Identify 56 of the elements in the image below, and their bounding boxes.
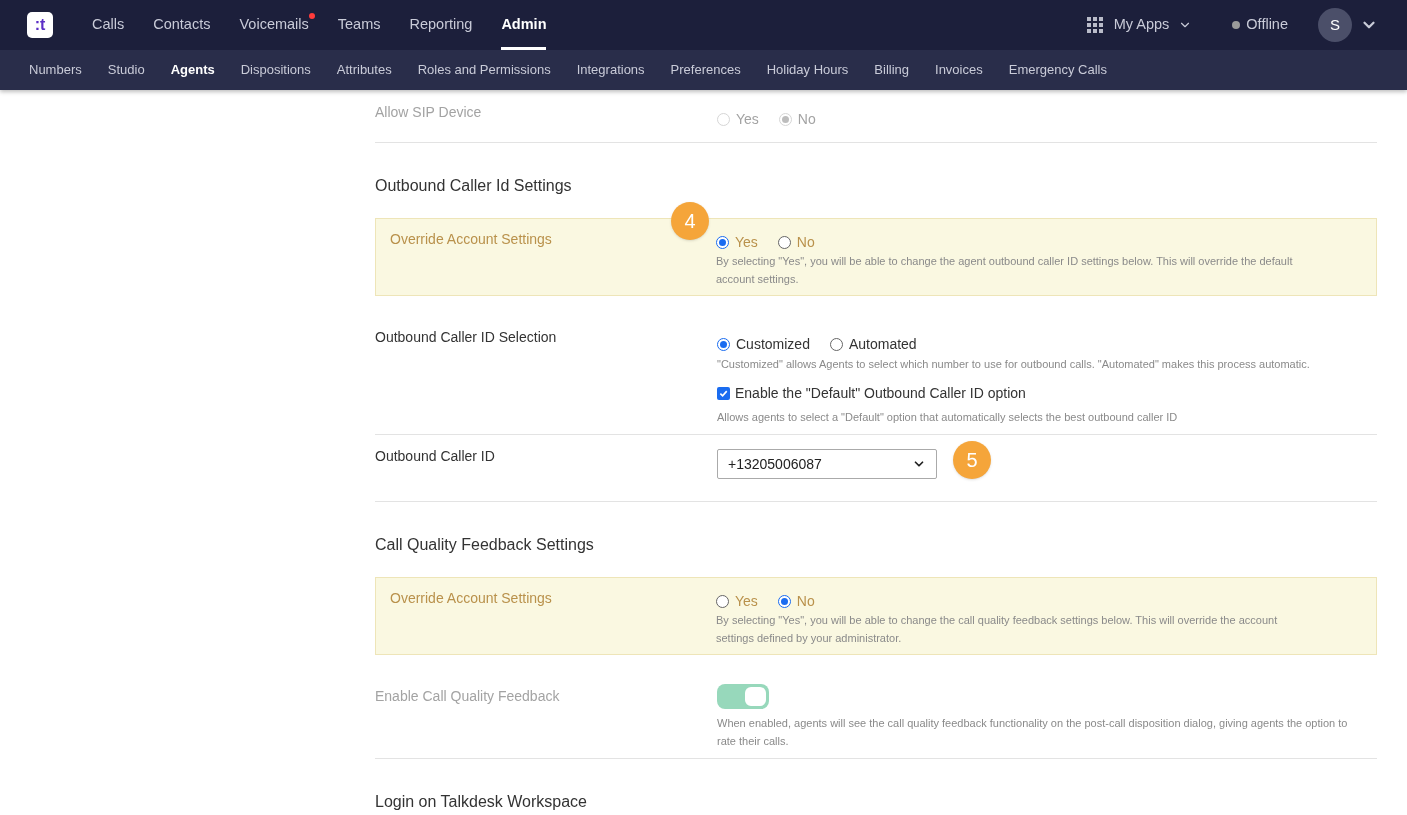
radio-label: Automated — [848, 335, 917, 353]
nav-tab[interactable]: Teams — [337, 0, 387, 50]
nav-tab[interactable]: Calls — [92, 0, 131, 50]
app-logo[interactable]: :t — [27, 12, 53, 38]
nav-tab[interactable]: Admin — [501, 0, 553, 50]
radio-label: No — [796, 592, 815, 610]
setting-label: Override Account Settings — [390, 231, 552, 247]
radio-button[interactable] — [716, 235, 729, 249]
help-text: Allows agents to select a "Default" option that automatically selects the best outbound caller ID — [717, 410, 1179, 425]
radio-button[interactable] — [717, 337, 730, 351]
help-text: When enabled, agents will see the call quality feedback functionality on the post-call disposition dialog, giving agents the option to rate their calls. — [717, 716, 1349, 749]
radio-label: No — [797, 110, 816, 128]
section-heading: Login on Talkdesk Workspace — [375, 792, 588, 812]
help-text: By selecting "Yes", you will be able to change the agent outbound caller ID settings below. This will override the default account settings. — [716, 254, 1294, 287]
sub-nav-tab[interactable]: Numbers — [29, 60, 82, 80]
radio-button[interactable] — [777, 594, 791, 608]
radio-label: No — [796, 233, 815, 251]
my-apps-button[interactable]: My Apps — [1086, 14, 1193, 36]
sub-nav-tab[interactable]: Roles and Permissions — [417, 60, 551, 80]
sub-nav-tab[interactable]: Invoices — [935, 60, 983, 80]
help-text: By selecting "Yes", you will be able to change the call quality feedback settings below. This will override the account settings defined by your administrator. — [716, 613, 1279, 646]
radio-label: Customized — [736, 335, 810, 353]
checkbox-label: Enable the "Default" Outbound Caller ID option — [735, 384, 1026, 403]
setting-label: Enable Call Quality Feedback — [375, 688, 560, 704]
section-heading: Outbound Caller Id Settings — [375, 176, 573, 196]
sub-nav-tab[interactable]: Dispositions — [240, 60, 311, 80]
setting-label: Override Account Settings — [390, 590, 552, 606]
section-heading: Call Quality Feedback Settings — [375, 535, 595, 555]
sub-nav-tab[interactable]: Preferences — [670, 60, 741, 80]
radio-label: Yes — [736, 110, 759, 128]
sub-nav-tab[interactable]: Holiday Hours — [766, 60, 849, 80]
status-text[interactable]: Offline — [1246, 14, 1288, 36]
user-avatar[interactable]: S — [1318, 8, 1352, 42]
radio-label: Yes — [735, 592, 758, 610]
radio-button[interactable] — [716, 594, 729, 608]
radio-label: Yes — [735, 233, 758, 251]
help-text: "Customized" allows Agents to select which number to use for outbound calls. "Automated" makes this process automatic. — [717, 357, 1310, 372]
setting-label: Outbound Caller ID Selection — [375, 329, 557, 345]
radio-button[interactable] — [829, 337, 843, 351]
step-badge: 4 — [671, 202, 709, 240]
sub-nav-tab[interactable]: Attributes — [336, 60, 392, 80]
nav-tab[interactable]: Reporting — [409, 0, 479, 50]
sub-nav-tab[interactable]: Studio — [107, 60, 145, 80]
caller-id-select[interactable]: +13205006087 — [717, 449, 937, 479]
nav-tab[interactable]: Voicemails — [239, 0, 315, 50]
grid-icon — [1086, 17, 1103, 33]
setting-label: Outbound Caller ID — [375, 448, 495, 464]
sub-nav-tab[interactable]: Agents — [170, 60, 215, 80]
checkbox[interactable] — [717, 386, 730, 400]
step-badge: 5 — [953, 441, 991, 479]
radio-button[interactable] — [777, 235, 791, 249]
setting-label: Allow SIP Device — [375, 104, 482, 120]
sub-nav-tab[interactable]: Emergency Calls — [1008, 60, 1107, 80]
sub-nav-tab[interactable]: Billing — [874, 60, 910, 80]
sub-nav-tab[interactable]: Integrations — [576, 60, 645, 80]
nav-tab[interactable]: Contacts — [153, 0, 217, 50]
